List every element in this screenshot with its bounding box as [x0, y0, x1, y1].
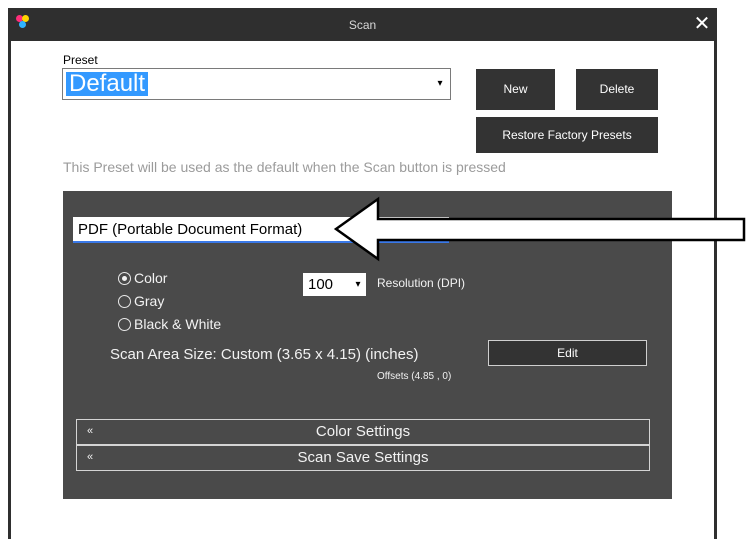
- preset-label: Preset: [63, 53, 98, 67]
- delete-preset-button[interactable]: Delete: [576, 69, 658, 110]
- chevron-down-icon[interactable]: ▾: [350, 273, 366, 296]
- chevron-down-icon[interactable]: ▾: [430, 69, 450, 99]
- screen: Scan ✕ Preset Default ▾ New Delete Resto…: [0, 0, 751, 539]
- preset-selected-value: Default: [66, 72, 149, 96]
- color-mode-label: Color: [134, 270, 168, 286]
- color-settings-label: Color Settings: [315, 423, 411, 440]
- scan-content: Preset Default ▾ New Delete Restore Fact…: [11, 41, 714, 539]
- file-format-select[interactable]: PDF (Portable Document Format): [73, 217, 449, 243]
- radio-unselected-icon: [118, 295, 131, 308]
- edit-scan-area-button[interactable]: Edit: [488, 340, 647, 366]
- preset-select[interactable]: Default ▾: [62, 68, 451, 100]
- scan-window: Scan ✕ Preset Default ▾ New Delete Resto…: [8, 8, 717, 539]
- scan-area-size-text: Scan Area Size: Custom (3.65 x 4.15) (in…: [110, 346, 419, 363]
- color-mode-label: Gray: [134, 293, 165, 309]
- window-title: Scan: [348, 18, 377, 32]
- radio-unselected-icon: [118, 318, 131, 331]
- scan-save-settings-section[interactable]: « Scan Save Settings: [76, 445, 650, 471]
- resolution-value: 100: [308, 276, 334, 293]
- preset-default-hint: This Preset will be used as the default …: [63, 159, 506, 175]
- scan-save-settings-label: Scan Save Settings: [297, 449, 429, 466]
- color-mode-radio-black-white[interactable]: Black & White: [118, 314, 221, 334]
- title-bar: Scan ✕: [8, 8, 717, 41]
- color-settings-section[interactable]: « Color Settings: [76, 419, 650, 445]
- radio-selected-icon: [118, 272, 131, 285]
- new-preset-button[interactable]: New: [476, 69, 555, 110]
- scan-offsets-text: Offsets (4.85 , 0): [377, 371, 452, 382]
- resolution-label: Resolution (DPI): [377, 276, 466, 290]
- scan-settings-panel: PDF (Portable Document Format) Color Gra…: [63, 191, 672, 499]
- close-icon[interactable]: ✕: [687, 8, 717, 41]
- resolution-select[interactable]: 100 ▾: [303, 273, 366, 296]
- color-mode-label: Black & White: [134, 316, 222, 332]
- restore-factory-presets-button[interactable]: Restore Factory Presets: [476, 117, 658, 153]
- color-mode-radio-gray[interactable]: Gray: [118, 291, 164, 311]
- color-mode-radio-color[interactable]: Color: [118, 268, 167, 288]
